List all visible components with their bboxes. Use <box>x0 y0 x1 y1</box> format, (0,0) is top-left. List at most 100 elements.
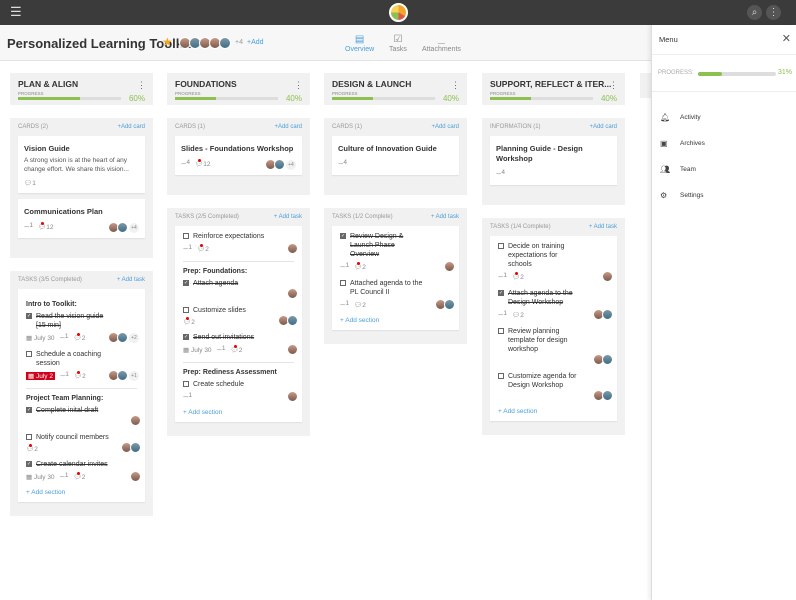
task-text: Schedule a coaching session <box>36 351 101 367</box>
comment-icon: 💬︎ <box>511 273 521 281</box>
task-item[interactable]: Decide on training expectations for scho… <box>498 242 613 282</box>
add-task-button[interactable]: + Add task <box>117 277 145 283</box>
menu-item-settings[interactable]: ⚙ Settings <box>652 182 796 208</box>
menu-item-team[interactable]: 👥︎ Team <box>652 156 796 182</box>
comment-count-text: 2 <box>205 245 209 253</box>
task-item[interactable]: Attached agenda to the PL Council II 𝍠1 💬︎… <box>340 279 455 310</box>
card[interactable]: Vision Guide A strong vision is at the he… <box>18 136 145 193</box>
add-section-button[interactable]: + Add section <box>340 317 451 324</box>
add-section-button[interactable]: + Add section <box>183 409 294 416</box>
task-item[interactable]: ✓ Attach agenda <box>183 279 298 299</box>
assignee-avatars[interactable] <box>287 288 298 299</box>
task-checkbox[interactable]: ✓ <box>340 233 346 239</box>
assignee-avatars[interactable]: +2 <box>108 332 139 343</box>
task-checkbox[interactable] <box>498 243 504 249</box>
tasks-count: TASKS (1/4 Complete) <box>490 224 551 230</box>
add-task-button[interactable]: + Add task <box>589 224 617 230</box>
member-avatars[interactable]: +4 <box>179 37 243 49</box>
paperclip-icon: 𝍠 <box>437 36 446 47</box>
task-checkbox[interactable] <box>498 373 504 379</box>
task-checkbox[interactable] <box>183 233 189 239</box>
tab-attachments[interactable]: 𝍠 Attachments <box>422 34 461 53</box>
task-checkbox[interactable] <box>26 351 32 357</box>
task-checkbox[interactable]: ✓ <box>26 313 32 319</box>
assignee-avatars[interactable]: +4 <box>108 222 139 233</box>
task-item[interactable]: ✓ Review Design & Launch Phase Overview 𝍠1… <box>340 232 455 272</box>
assignee-avatars[interactable] <box>602 271 613 282</box>
assignee-avatars[interactable] <box>287 344 298 355</box>
assignee-avatars[interactable]: +4 <box>265 159 296 170</box>
add-card-button[interactable]: +Add card <box>274 124 302 130</box>
task-checkbox[interactable] <box>498 328 504 334</box>
assignee-avatars[interactable]: +1 <box>108 370 139 381</box>
task-text: Send out invitations <box>193 334 255 341</box>
assignee-avatars[interactable] <box>435 299 455 310</box>
task-checkbox[interactable] <box>340 280 346 286</box>
task-item[interactable]: ✓ Complete inital draft <box>26 406 141 426</box>
assignee-avatars[interactable] <box>130 471 141 482</box>
task-item[interactable]: Notify council members 💬︎2 <box>26 433 141 453</box>
task-text: Attach agenda <box>193 280 239 287</box>
card[interactable]: Culture of Innovation Guide 𝍠4 <box>332 136 459 175</box>
task-item[interactable]: Review planning template for design work… <box>498 327 613 365</box>
task-checkbox[interactable] <box>183 381 189 387</box>
add-section-button[interactable]: + Add section <box>498 408 609 415</box>
attachment-count-text: 1 <box>188 392 192 399</box>
task-checkbox[interactable] <box>26 434 32 440</box>
assignee-avatars[interactable] <box>287 243 298 254</box>
task-checkbox[interactable]: ✓ <box>26 407 32 413</box>
card[interactable]: Communications Plan 𝍠1 💬︎12 +4 <box>18 199 145 238</box>
app-logo[interactable] <box>389 3 408 22</box>
task-checkbox[interactable]: ✓ <box>183 280 189 286</box>
kebab-icon[interactable]: ⋮ <box>766 5 781 20</box>
task-checkbox[interactable] <box>183 307 189 313</box>
attachment-count: 𝍠1 <box>60 332 69 343</box>
add-task-button[interactable]: + Add task <box>274 214 302 220</box>
close-icon[interactable]: ✕ <box>782 32 791 45</box>
kebab-icon[interactable]: ⋮ <box>609 80 618 91</box>
task-item[interactable]: Customize agenda for Design Workshop <box>498 372 613 401</box>
card[interactable]: Planning Guide - Design Workshop 𝍠4 <box>490 136 617 185</box>
kebab-icon[interactable]: ⋮ <box>294 80 303 91</box>
menu-item-activity[interactable]: 🔔︎ Activity <box>652 104 796 130</box>
tab-tasks[interactable]: ☑ Tasks <box>389 34 407 53</box>
task-item[interactable]: Create schedule 𝍠1 <box>183 380 298 402</box>
kebab-icon[interactable]: ⋮ <box>451 80 460 91</box>
assignee-avatars[interactable] <box>593 309 613 320</box>
add-section-button[interactable]: + Add section <box>26 489 137 496</box>
kebab-icon[interactable]: ⋮ <box>137 80 146 91</box>
card[interactable]: Slides - Foundations Workshop 𝍠4 💬︎12 +4 <box>175 136 302 175</box>
tab-overview[interactable]: ▤ Overview <box>345 34 374 53</box>
hamburger-icon[interactable]: ☰ <box>10 5 22 18</box>
search-icon[interactable]: ⌕ <box>747 5 762 20</box>
assignee-avatars[interactable] <box>121 442 141 453</box>
star-icon[interactable]: ★ <box>162 35 173 49</box>
task-text: Decide on training expectations for scho… <box>508 243 565 268</box>
assignee-avatars[interactable] <box>130 415 141 426</box>
divider <box>183 261 294 262</box>
task-item[interactable]: Customize slides 💬︎2 <box>183 306 298 326</box>
assignee-avatars[interactable] <box>593 354 613 365</box>
add-member-button[interactable]: +Add <box>247 39 264 46</box>
add-task-button[interactable]: + Add task <box>431 214 459 220</box>
assignee-avatars[interactable] <box>278 315 298 326</box>
task-item[interactable]: ✓ Attach agenda to the Design Workshop 𝍠1 💬… <box>498 289 613 320</box>
task-item[interactable]: ✓ Send out invitations ▦ July 30 𝍠1 💬︎2 <box>183 333 298 355</box>
add-card-button[interactable]: +Add card <box>117 124 145 130</box>
task-item[interactable]: Schedule a coaching session ▦ July 2 𝍠1 💬︎2… <box>26 350 139 381</box>
task-item[interactable]: Reinforce expectations 𝍠1 💬︎2 <box>183 232 298 254</box>
add-card-button[interactable]: +Add card <box>431 124 459 130</box>
task-item[interactable]: ✓ Read the vision guide [15 min] ▦ July 30… <box>26 312 139 343</box>
assignee-avatars[interactable] <box>593 390 613 401</box>
task-checkbox[interactable]: ✓ <box>183 334 189 340</box>
comment-count: 💬︎2 <box>511 271 524 281</box>
comment-icon: 💬︎ <box>511 311 521 319</box>
add-card-button[interactable]: +Add card <box>589 124 617 130</box>
assignee-avatars[interactable] <box>287 391 298 402</box>
assignee-avatars[interactable] <box>444 261 455 272</box>
task-checkbox[interactable]: ✓ <box>26 461 32 467</box>
meta-row <box>498 356 583 365</box>
task-item[interactable]: ✓ Create calendar invites ▦ July 30 𝍠1 💬︎2 <box>26 460 141 482</box>
menu-item-archives[interactable]: ▣ Archives <box>652 130 796 156</box>
task-checkbox[interactable]: ✓ <box>498 290 504 296</box>
